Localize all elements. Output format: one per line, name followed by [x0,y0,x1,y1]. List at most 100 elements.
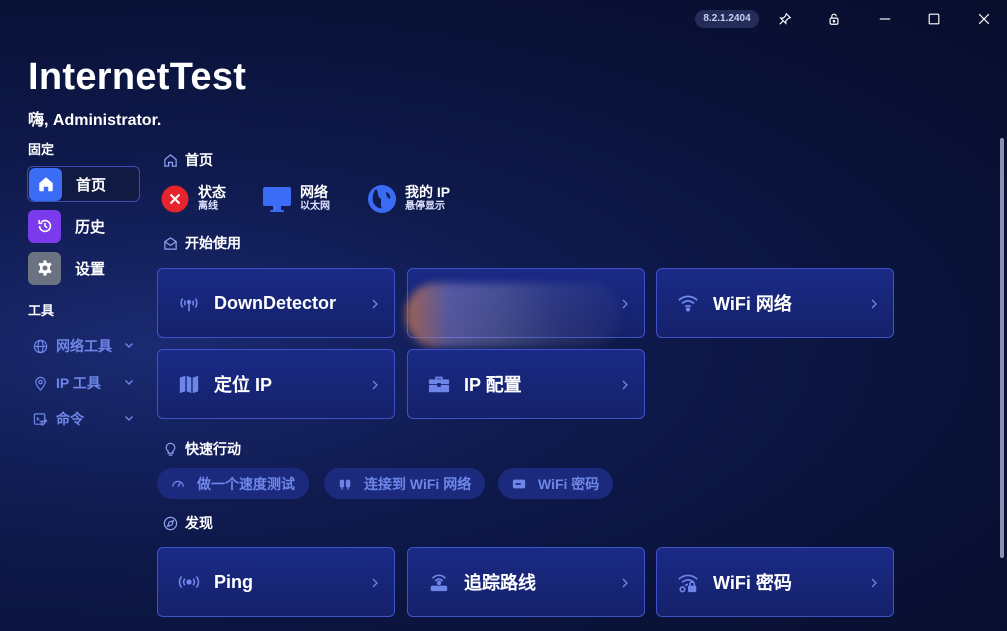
pill-label: 连接到 WiFi 网络 [364,475,472,492]
card-label: WiFi 网络 [713,294,792,314]
plug-icon [339,479,351,490]
sidebar-item-settings[interactable]: 设置 [27,250,140,286]
offline-x-icon [160,184,190,214]
pill-label: WiFi 密码 [538,475,600,492]
card-label: Ping [214,571,253,592]
greeting-text: 嗨, Administrator. [28,112,162,129]
status-subtitle: 以太网 [300,201,330,212]
envelope-open-icon [164,236,177,250]
globe-person-icon [367,184,397,214]
map-icon [176,371,202,397]
get-started-header: 开始使用 [163,233,241,253]
chevron-right-icon [372,578,378,588]
title-bar: 8.2.1.2404 [0,0,1007,38]
quick-actions-header: 快速行动 [163,439,241,459]
vertical-scrollbar[interactable] [1000,138,1004,558]
minimize-icon [879,18,891,20]
chevron-right-icon [871,578,877,588]
location-pin-icon [35,376,46,391]
wifi-icon [675,290,701,316]
chevron-right-icon [622,380,628,390]
lock-button[interactable] [819,6,849,32]
wifi-signal-icon [176,290,202,316]
chevron-right-icon [871,299,877,309]
sidebar-item-label: IP 工具 [56,375,101,391]
version-badge: 8.2.1.2404 [695,10,759,28]
chevron-right-icon [622,578,628,588]
status-subtitle: 离线 [198,201,218,212]
card-wifi-password[interactable]: WiFi 密码 [656,547,894,617]
gear-icon [28,251,61,285]
chevron-down-icon [125,380,133,385]
chevron-down-icon [125,343,133,348]
card-ip-config[interactable]: IP 配置 [407,349,645,419]
monitor-icon [262,184,292,214]
home-icon [29,167,62,201]
maximize-button[interactable] [919,6,949,32]
status-title: 网络 [300,184,328,200]
compass-icon [163,516,178,530]
chevron-down-icon [125,416,133,421]
sidebar-item-home[interactable]: 首页 [27,166,140,202]
discover-header: 发现 [163,513,213,533]
globe-icon [33,339,48,353]
breadcrumb-label: 首页 [185,152,213,168]
card-label: IP 配置 [464,375,522,395]
card-label: 追踪路线 [464,573,536,593]
app-title: InternetTest [28,56,247,98]
router-icon [426,569,452,595]
sidebar-item-network-tools[interactable]: 网络工具 [33,335,138,357]
tools-section-label: 工具 [28,303,55,318]
sidebar-item-commands[interactable]: 命令 [33,408,138,430]
home-outline-icon [164,153,177,167]
close-icon [978,13,990,25]
sidebar-item-label: 网络工具 [56,338,112,354]
sidebar-item-label: 首页 [76,176,107,194]
history-icon [28,209,61,243]
card-wifi-networks[interactable]: WiFi 网络 [656,268,894,338]
sidebar-item-label: 历史 [75,218,106,236]
speedometer-icon [172,480,184,487]
minimize-button[interactable] [870,6,900,32]
maximize-icon [928,13,940,25]
chevron-right-icon [372,380,378,390]
sidebar-item-label: 设置 [75,260,106,278]
breadcrumb: 首页 [163,150,213,170]
broadcast-icon [176,569,202,595]
status-network: 网络 以太网 [262,184,330,214]
pinned-section-label: 固定 [28,142,55,157]
card-trace-route[interactable]: 追踪路线 [407,547,645,617]
status-connection: 状态 离线 [160,184,226,214]
toolbox-icon [426,371,452,397]
section-title: 快速行动 [185,441,241,457]
blurred-region [406,283,620,347]
key-card-icon [512,479,526,488]
card-downdetector[interactable]: DownDetector [157,268,395,338]
chevron-right-icon [372,299,378,309]
card-label: WiFi 密码 [713,573,792,593]
card-ping[interactable]: Ping [157,547,395,617]
status-subtitle: 悬停显示 [405,201,445,212]
wifi-password-button[interactable]: WiFi 密码 [498,468,614,499]
card-locate-ip[interactable]: 定位 IP [157,349,395,419]
status-title: 我的 IP [405,184,451,200]
sidebar-item-ip-tools[interactable]: IP 工具 [33,372,138,394]
wifi-lock-icon [675,569,701,595]
status-title: 状态 [198,184,226,200]
lightbulb-icon [165,442,176,456]
section-title: 开始使用 [185,235,241,251]
chevron-right-icon [622,299,628,309]
card-label: 定位 IP [214,375,273,395]
sidebar-item-history[interactable]: 历史 [27,208,140,244]
card-label: DownDetector [214,292,337,313]
status-my-ip[interactable]: 我的 IP 悬停显示 [367,184,450,214]
close-button[interactable] [969,6,999,32]
speed-test-button[interactable]: 做一个速度测试 [157,468,309,499]
pin-icon [779,12,792,25]
connect-wifi-button[interactable]: 连接到 WiFi 网络 [324,468,486,499]
unlock-icon [829,13,839,25]
pin-button[interactable] [770,6,800,32]
section-title: 发现 [185,515,213,531]
pill-label: 做一个速度测试 [197,475,295,492]
sidebar-item-label: 命令 [56,411,84,427]
